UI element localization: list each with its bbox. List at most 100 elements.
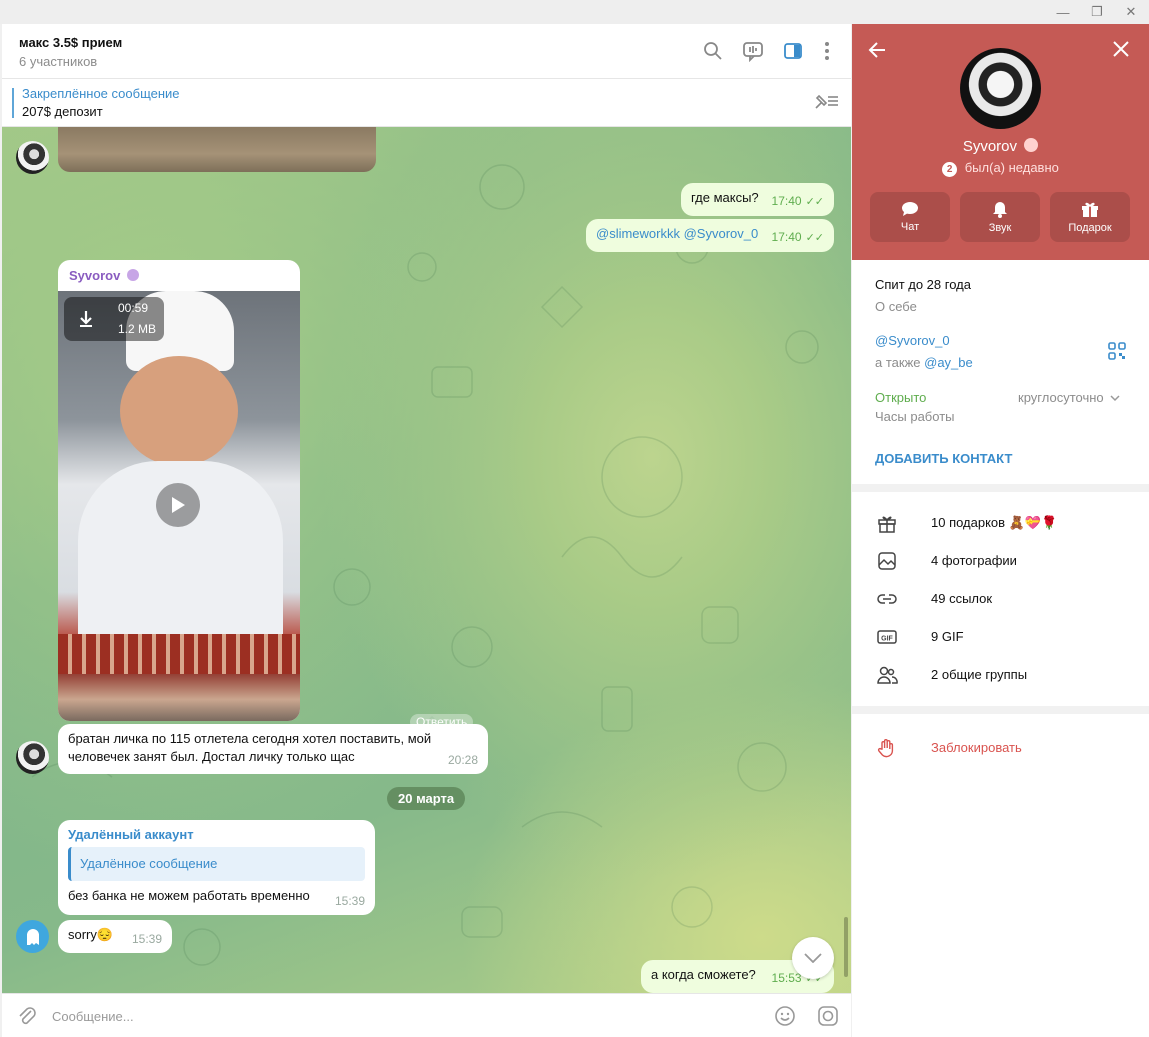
gif-icon: GIF <box>877 630 897 644</box>
bio-label: О себе <box>875 299 917 314</box>
video-thumbnail[interactable]: 00:59 1.2 MB <box>58 291 300 721</box>
gif-row[interactable]: GIF 9 GIF <box>852 618 1149 656</box>
pinned-indicator <box>12 88 14 118</box>
app: макс 3.5$ прием 6 участников Закреплённо… <box>0 24 1149 1037</box>
scrollbar[interactable] <box>844 917 848 977</box>
close-icon <box>1113 41 1129 57</box>
hours-label: Часы работы <box>875 409 955 424</box>
attach-button[interactable] <box>14 1003 40 1029</box>
gifts-label: 10 подарков 🧸💝🌹 <box>931 515 1058 530</box>
toggle-sidebar-button[interactable] <box>778 36 808 66</box>
chat-header[interactable]: макс 3.5$ прием 6 участников <box>2 24 851 79</box>
video-duration: 00:59 <box>118 301 149 315</box>
message-text: братан личка по 115 отлетела сегодня хот… <box>68 731 432 764</box>
video-message-button[interactable] <box>815 1003 841 1029</box>
message-time: 17:40 ✓✓ <box>771 194 824 208</box>
minimize-icon: — <box>1056 4 1070 20</box>
chef-face <box>120 356 238 466</box>
minimize-button[interactable]: — <box>1046 0 1080 24</box>
qr-code-button[interactable] <box>1108 342 1128 362</box>
more-vertical-icon <box>825 42 829 60</box>
chat-bubble-icon <box>902 202 918 216</box>
pinned-message-bar[interactable]: Закреплённое сообщение 207$ депозит <box>2 79 851 127</box>
message-text: а когда сможете? <box>651 967 756 982</box>
message-outgoing[interactable]: @slimeworkkk @Syvorov_0 17:40 ✓✓ <box>586 219 834 252</box>
message-incoming[interactable]: sorry😔 15:39 <box>58 920 172 953</box>
also-username[interactable]: @ay_be <box>924 355 973 370</box>
photos-label: 4 фотографии <box>931 553 1017 568</box>
more-menu-button[interactable] <box>812 36 842 66</box>
profile-name: Syvorov <box>962 138 1017 155</box>
message-incoming[interactable]: братан личка по 115 отлетела сегодня хот… <box>58 724 488 774</box>
restore-button[interactable]: ❐ <box>1080 0 1114 24</box>
emoji-button[interactable] <box>772 1003 798 1029</box>
gift-icon <box>878 516 896 533</box>
play-button[interactable] <box>156 483 200 527</box>
chevron-down-icon <box>1110 395 1120 402</box>
qr-code-icon <box>1108 342 1126 360</box>
block-label: Заблокировать <box>931 740 1022 755</box>
camera-round-icon <box>818 1006 838 1026</box>
arrow-left-icon <box>868 42 885 58</box>
profile-avatar[interactable] <box>960 48 1041 129</box>
deleted-account-avatar[interactable] <box>16 920 49 953</box>
chat-wallpaper: где максы? 17:40 ✓✓ @slimeworkkk @Syvorov… <box>2 127 851 993</box>
back-button[interactable] <box>868 40 892 64</box>
links-row[interactable]: 49 ссылок <box>852 580 1149 618</box>
link-icon <box>877 594 897 604</box>
pinned-text: 207$ депозит <box>22 104 103 119</box>
message-time: 15:39 <box>131 932 162 946</box>
message-sender[interactable]: Syvorov <box>69 268 120 283</box>
gift-button[interactable]: Подарок <box>1050 192 1130 242</box>
gift-icon <box>1082 202 1098 217</box>
message-outgoing[interactable]: где максы? 17:40 ✓✓ <box>681 183 834 216</box>
profile-username[interactable]: @Syvorov_0 <box>875 333 950 348</box>
message-text: sorry😔 <box>68 927 114 942</box>
download-icon <box>80 311 92 327</box>
message-sender[interactable]: Удалённый аккаунт <box>68 826 365 844</box>
reply-quote[interactable]: Удалённое сообщение <box>68 847 365 881</box>
chat-title: макс 3.5$ прием <box>19 35 123 50</box>
add-contact-button[interactable]: ДОБАВИТЬ КОНТАКТ <box>875 451 1012 466</box>
section-divider <box>852 484 1149 492</box>
previous-image-message[interactable] <box>58 127 376 172</box>
avatar[interactable] <box>16 141 49 174</box>
message-text[interactable]: @slimeworkkk @Syvorov_0 <box>596 226 758 241</box>
chat-button[interactable]: Чат <box>870 192 950 242</box>
gif-label: 9 GIF <box>931 629 964 644</box>
groups-row[interactable]: 2 общие группы <box>852 656 1149 694</box>
photo-icon <box>878 552 896 570</box>
hours-status: Открыто <box>875 390 927 405</box>
block-user-button[interactable]: Заблокировать <box>852 729 1149 767</box>
close-panel-button[interactable] <box>1112 40 1136 64</box>
emoji-status-icon <box>126 269 139 281</box>
read-check-icon: ✓✓ <box>805 232 824 244</box>
chat-area: макс 3.5$ прием 6 участников Закреплённо… <box>2 24 851 1037</box>
message-time: 17:40 ✓✓ <box>771 230 824 244</box>
sound-button[interactable]: Звук <box>960 192 1040 242</box>
also-label: а также <box>875 355 921 370</box>
gifts-row[interactable]: 10 подарков 🧸💝🌹 <box>852 504 1149 542</box>
avatar[interactable] <box>16 741 49 774</box>
read-check-icon: ✓✓ <box>805 196 824 208</box>
video-message[interactable]: Syvorov 00:59 1.2 MB <box>58 260 300 721</box>
profile-status: был(а) недавно <box>964 160 1059 175</box>
message-incoming[interactable]: Удалённый аккаунт Удалённое сообщение бе… <box>58 820 375 915</box>
hand-stop-icon <box>877 739 894 758</box>
pinned-list-button[interactable] <box>813 91 839 113</box>
photos-row[interactable]: 4 фотографии <box>852 542 1149 580</box>
pinned-title: Закреплённое сообщение <box>22 86 180 101</box>
scroll-down-button[interactable] <box>792 937 834 979</box>
profile-panel: Syvorov 2 был(а) недавно Чат Звук Подаро… <box>852 24 1149 1037</box>
video-chat-button[interactable] <box>738 36 768 66</box>
groups-icon <box>877 666 898 684</box>
close-window-button[interactable]: ✕ <box>1114 0 1148 24</box>
hours-dropdown[interactable]: круглосуточно <box>1018 390 1120 405</box>
sidebar-icon <box>784 43 802 59</box>
chevron-down-icon <box>804 953 822 963</box>
date-separator: 20 марта <box>387 787 466 810</box>
search-button[interactable] <box>698 36 728 66</box>
download-badge[interactable]: 00:59 1.2 MB <box>64 297 164 341</box>
message-input[interactable] <box>52 1005 732 1027</box>
search-icon <box>704 42 722 60</box>
